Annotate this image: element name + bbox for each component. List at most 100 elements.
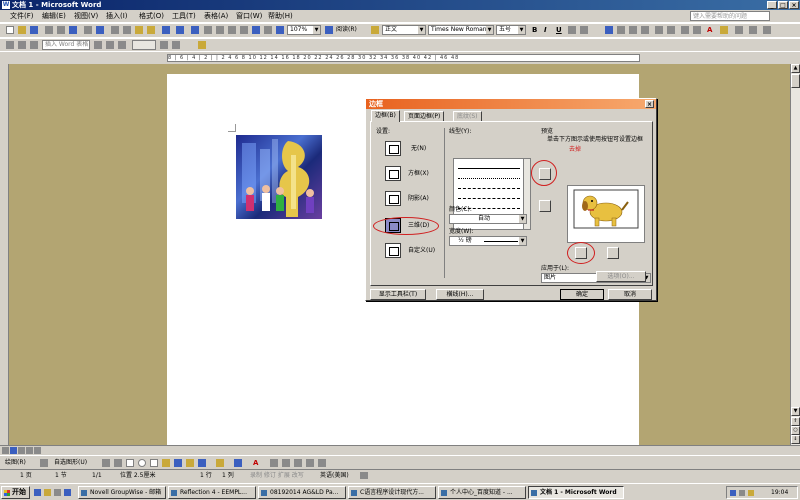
table-autoformat-icon[interactable] [160, 41, 168, 49]
minimize-icon[interactable]: _ [767, 1, 777, 9]
char-shading-icon[interactable] [580, 26, 588, 34]
justify-icon[interactable] [641, 26, 649, 34]
select-browse-object-icon[interactable]: ○ [791, 426, 800, 435]
ok-button[interactable]: 确定 [560, 289, 604, 300]
diagram-icon[interactable] [174, 459, 182, 467]
menu-table[interactable]: 表格(A) [204, 12, 228, 21]
tab-borders[interactable]: 边框(B) [371, 110, 400, 122]
align-cell-icon[interactable] [118, 41, 126, 49]
scroll-thumb[interactable] [791, 74, 800, 88]
draw-font-color-button[interactable]: A [253, 459, 258, 467]
styles-formatting-icon[interactable] [371, 26, 379, 34]
columns-icon[interactable] [240, 26, 248, 34]
enclose-char-icon[interactable] [749, 26, 757, 34]
align-right-icon[interactable] [629, 26, 637, 34]
print-view-icon[interactable] [18, 447, 25, 454]
read-button[interactable]: 阅读(R) [336, 26, 357, 34]
task-c-programming[interactable]: C语言程序设计现代方... [348, 486, 436, 499]
scroll-up-icon[interactable]: ▲ [791, 64, 800, 73]
line-style-item[interactable] [458, 168, 520, 169]
color-select[interactable]: 自动 ▼ [449, 214, 527, 224]
close-icon[interactable]: × [789, 1, 799, 9]
tray-volume-icon[interactable] [739, 490, 745, 496]
menu-edit[interactable]: 编辑(E) [42, 12, 66, 21]
clock[interactable]: 19:04 [771, 489, 788, 497]
arrow-style-icon[interactable] [294, 459, 302, 467]
setting-none-label[interactable]: 无(N) [411, 145, 426, 153]
document-map-icon[interactable] [264, 26, 272, 34]
horizontal-line-button[interactable]: 横线(H)... [436, 289, 484, 300]
style-select[interactable]: 正文 ▼ [382, 25, 426, 35]
paste-icon[interactable] [135, 26, 143, 34]
setting-shadow-label[interactable]: 阴影(A) [408, 195, 429, 203]
menu-window[interactable]: 窗口(W) [236, 12, 262, 21]
setting-shadow-icon[interactable] [385, 191, 401, 206]
task-pdf[interactable]: 08192014 AG&LD Pa... [258, 486, 346, 499]
line-style-item[interactable] [458, 198, 520, 199]
setting-custom-icon[interactable] [385, 243, 401, 258]
menu-tools[interactable]: 工具(T) [172, 12, 196, 21]
task-groupwise[interactable]: Novell GroupWise - 邮箱 [78, 486, 166, 499]
show-hide-icon[interactable] [276, 26, 284, 34]
inserted-picture[interactable] [236, 135, 322, 219]
next-page-icon[interactable]: ⇓ [791, 435, 800, 444]
menu-file[interactable]: 文件(F) [10, 12, 34, 21]
line-style-icon[interactable] [30, 41, 38, 49]
align-left-icon[interactable] [605, 26, 613, 34]
sort-icon[interactable] [172, 41, 180, 49]
border-width-select[interactable] [132, 40, 156, 50]
char-border-icon[interactable] [568, 26, 576, 34]
menu-help[interactable]: 帮助(H) [268, 12, 293, 21]
outdent-icon[interactable] [681, 26, 689, 34]
bullets-icon[interactable] [667, 26, 675, 34]
numbering-icon[interactable] [655, 26, 663, 34]
insert-excel-icon[interactable] [228, 26, 236, 34]
quicklaunch-desktop-icon[interactable] [34, 489, 41, 496]
font-size-select[interactable]: 五号 ▼ [496, 25, 526, 35]
vertical-scrollbar[interactable]: ▲ ▼ ⇑ ○ ⇓ [790, 64, 800, 445]
format-painter-icon[interactable] [147, 26, 155, 34]
print-preview-icon[interactable] [69, 26, 77, 34]
wordart-icon[interactable] [162, 459, 170, 467]
toolbar-options-icon[interactable] [198, 41, 206, 49]
shadow-style-icon[interactable] [306, 459, 314, 467]
tab-shading[interactable]: 底纹(S) [453, 111, 482, 121]
split-cells-icon[interactable] [106, 41, 114, 49]
options-button[interactable]: 选项(O)... [596, 271, 646, 282]
tab-page-border[interactable]: 页面边框(P) [404, 111, 445, 121]
border-preview[interactable] [567, 185, 645, 243]
outline-view-icon[interactable] [26, 447, 33, 454]
indent-icon[interactable] [693, 26, 701, 34]
tables-borders-icon[interactable] [204, 26, 212, 34]
oval-icon[interactable] [138, 459, 146, 467]
setting-box-icon[interactable] [385, 166, 401, 181]
dialog-close-icon[interactable]: × [645, 100, 654, 108]
spelling-status-icon[interactable] [360, 472, 368, 479]
line-style-draw-icon[interactable] [270, 459, 278, 467]
autoshapes-menu[interactable]: 自选图形(U) [54, 459, 87, 467]
select-objects-icon[interactable] [40, 459, 48, 467]
line-style-item[interactable] [458, 188, 520, 189]
asian-layout-icon[interactable] [735, 26, 743, 34]
setting-box-label[interactable]: 方框(X) [408, 170, 429, 178]
task-reflection[interactable]: Reflection 4 - EEMPL... [168, 486, 256, 499]
web-view-icon[interactable] [10, 447, 17, 454]
italic-button[interactable]: I [544, 26, 547, 34]
menu-format[interactable]: 格式(O) [139, 12, 164, 21]
spelling-icon[interactable] [84, 26, 92, 34]
reading-view-icon[interactable] [34, 447, 41, 454]
phonetic-guide-icon[interactable] [763, 26, 771, 34]
3d-style-icon[interactable] [318, 459, 326, 467]
cut-icon[interactable] [111, 26, 119, 34]
rectangle-icon[interactable] [126, 459, 134, 467]
undo-icon[interactable] [162, 26, 170, 34]
status-flags[interactable]: 录制 修订 扩展 改写 [250, 472, 304, 480]
print-icon[interactable] [57, 26, 65, 34]
vertical-ruler[interactable] [0, 64, 9, 445]
menu-view[interactable]: 视图(V) [74, 12, 98, 21]
merge-cells-icon[interactable] [94, 41, 102, 49]
save-icon[interactable] [30, 26, 38, 34]
help-icon[interactable] [325, 26, 333, 34]
scroll-down-icon[interactable]: ▼ [791, 407, 800, 416]
underline-button[interactable]: U [556, 26, 562, 34]
